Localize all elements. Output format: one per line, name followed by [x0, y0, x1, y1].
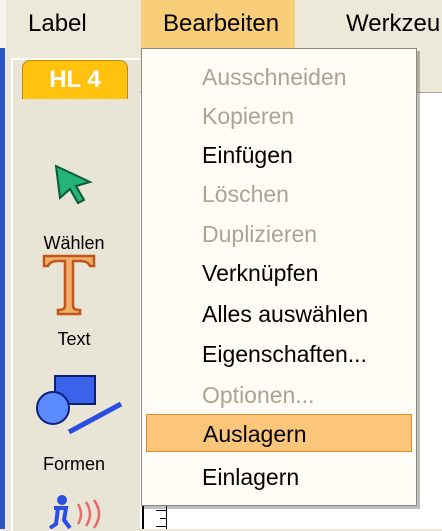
ruler-tick [156, 510, 166, 511]
shapes-icon[interactable] [33, 370, 125, 440]
tool-label-shapes[interactable]: Formen [18, 454, 130, 475]
menu-bar-edge [0, 0, 6, 48]
menu-label[interactable]: Label [28, 0, 87, 48]
tool-label-select[interactable]: Wählen [18, 233, 130, 254]
select-arrow-icon[interactable] [50, 160, 98, 208]
menu-item-duplizieren: Duplizieren [202, 221, 318, 247]
menu-item-alles-auswaehlen[interactable]: Alles auswählen [146, 295, 412, 333]
menu-item-einlagern[interactable]: Einlagern [146, 458, 412, 496]
menu-item-auslagern[interactable]: Auslagern [146, 414, 412, 452]
menu-item-kopieren: Kopieren [202, 103, 295, 129]
tab-hl4[interactable]: HL 4 [22, 60, 128, 99]
menu-bearbeiten[interactable]: Bearbeiten [141, 0, 295, 48]
menu-item-ausschneiden: Ausschneiden [202, 64, 347, 90]
menu-item-einfuegen[interactable]: Einfügen [146, 136, 412, 174]
menu-item-eigenschaften[interactable]: Eigenschaften... [146, 335, 412, 373]
ruler-tick [156, 526, 166, 527]
menu-bar: Label Bearbeiten Werkzeu [0, 0, 442, 48]
menu-item-loeschen: Löschen [202, 181, 289, 207]
ruler-tick [160, 518, 166, 519]
accessibility-sound-icon[interactable] [48, 494, 128, 529]
menu-item-verknuepfen[interactable]: Verknüpfen [146, 254, 412, 292]
window-edge [0, 48, 5, 529]
menu-werkzeuge[interactable]: Werkzeu [346, 0, 440, 48]
menu-item-optionen: Optionen... [202, 382, 315, 408]
edit-dropdown-menu: Ausschneiden Kopieren Einfügen Löschen D… [141, 48, 417, 506]
text-t-icon[interactable] [40, 252, 98, 316]
tool-label-text[interactable]: Text [18, 329, 130, 350]
